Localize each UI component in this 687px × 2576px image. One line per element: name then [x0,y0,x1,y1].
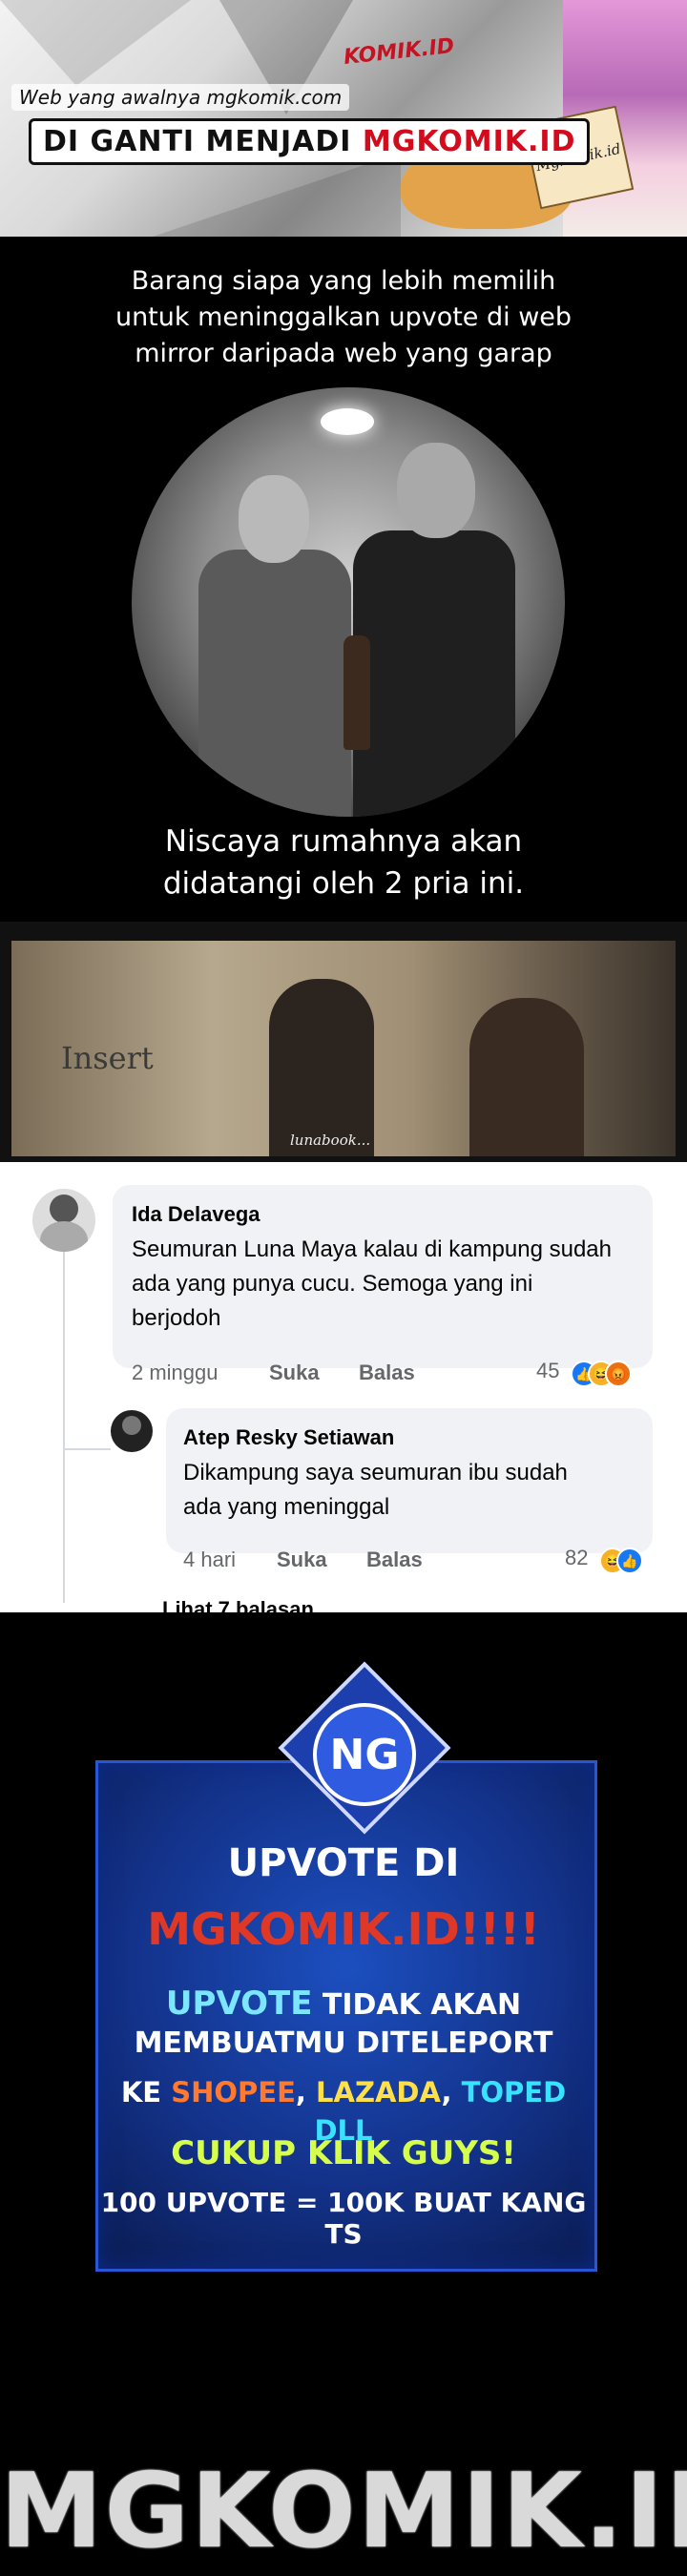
comments-section: Ida Delavega Seumuran Luna Maya kalau di… [0,1162,687,1612]
man-left-figure [198,475,351,817]
banner-title: DI GANTI MENJADI MGKOMIK.ID [29,118,591,165]
footer-brand-logo: MGKOMIK.ID [0,2452,687,2571]
reaction-count[interactable]: 82 [565,1546,588,1570]
promo-line-teleport: UPVOTE TIDAK AKAN MEMBUATMU DITELEPORT [134,1984,553,2060]
ceiling-lamp [321,408,374,435]
meme-bottom-text: Niscaya rumahnya akan didatangi oleh 2 p… [162,824,525,901]
meme-panel: Barang siapa yang lebih memilih untuk me… [0,237,687,922]
reply-author[interactable]: Atep Resky Setiawan [183,1425,394,1450]
meme-top-text: Barang siapa yang lebih memilih untuk me… [114,266,572,368]
komik-logo: KOMIK.ID [343,33,456,71]
avatar[interactable] [32,1189,95,1252]
avatar[interactable] [111,1410,153,1452]
like-reaction-icon: 👍 [616,1548,643,1574]
video-watermark: lunabook... [290,1132,371,1149]
promo-panel: NG UPVOTE DI MGKOMIK.ID!!!! UPVOTE TIDAK… [0,1612,687,2576]
reply-button[interactable]: Balas [359,1361,415,1385]
reply-button[interactable]: Balas [366,1548,423,1572]
like-button[interactable]: Suka [277,1548,327,1572]
view-more-replies-link[interactable]: Lihat 7 balasan [162,1597,314,1612]
peephole-image [132,387,565,817]
comment-text: Seumuran Luna Maya kalau di kampung suda… [132,1236,612,1331]
ng-logo-icon: NG [313,1703,416,1806]
comment-author[interactable]: Ida Delavega [132,1202,260,1227]
promo-line-upvote: UPVOTE DI [227,1841,460,1885]
reply-text: Dikampung saya seumuran ibu sudah ada ya… [183,1460,568,1520]
comment-time[interactable]: 2 minggu [132,1361,219,1385]
man-right-figure [344,443,515,817]
like-button[interactable]: Suka [269,1361,320,1385]
promo-line-click: CUKUP KLIK GUYS! [171,2134,516,2172]
site-banner: Mgkomik.id KOMIK.ID Web yang awalnya mgk… [0,0,687,237]
child-figure [469,998,584,1156]
woman-figure [269,979,374,1156]
reply-time[interactable]: 4 hari [183,1548,236,1572]
angry-reaction-icon: 😡 [605,1361,632,1387]
promo-line-brand: MGKOMIK.ID!!!! [147,1903,540,1955]
banner-subtitle: Web yang awalnya mgkomik.com [11,84,350,111]
reaction-count[interactable]: 45 [536,1359,559,1383]
video-panel: Insert lunabook... [0,922,687,1162]
video-frame[interactable]: Insert lunabook... [11,941,676,1156]
promo-line-reward: 100 UPVOTE = 100K BUAT KANG TS [100,2187,587,2250]
insert-watermark: Insert [61,1040,154,1076]
